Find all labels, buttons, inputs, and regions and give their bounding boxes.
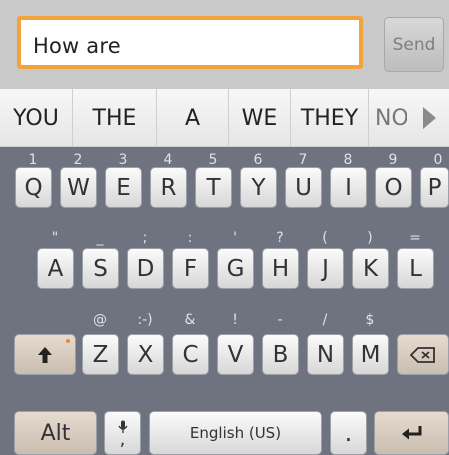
key-q[interactable]: Q [15,167,52,208]
shift-indicator-dot [66,339,70,343]
input-bar: How are Send [0,0,449,89]
key-p[interactable]: P [420,167,449,208]
key-d[interactable]: D [127,248,164,289]
suggestion-strip: YOU THE A WE THEY NO [0,89,449,147]
key-n[interactable]: N [307,334,344,375]
key-hint: 4 [163,152,173,168]
key-z[interactable]: Z [82,334,119,375]
key-hint: @ [93,312,107,328]
suggestion-item[interactable]: THEY [291,89,369,146]
suggestion-item[interactable]: WE [229,89,291,146]
key-hint: 5 [208,152,218,168]
key-hint: - [277,312,283,328]
key-j[interactable]: J [307,248,344,289]
period-key[interactable]: . [330,411,367,455]
key-hint: 0 [433,152,443,168]
key-k[interactable]: K [352,248,389,289]
delete-key[interactable] [397,334,449,375]
chevron-right-icon[interactable] [423,107,436,129]
enter-icon [401,426,421,440]
key-hint: ; [142,230,148,246]
enter-key[interactable] [374,411,449,455]
suggestion-item[interactable]: YOU [0,89,73,146]
key-g[interactable]: G [217,248,254,289]
key-hint: ' [233,230,237,246]
keyboard: 1 2 3 4 5 6 7 8 9 0 Q W E R T Y U I O P … [0,147,449,455]
key-o[interactable]: O [375,167,412,208]
key-hint: 9 [388,152,398,168]
key-u[interactable]: U [285,167,322,208]
key-hint: 2 [73,152,83,168]
key-hint: 1 [28,152,38,168]
key-c[interactable]: C [172,334,209,375]
comma-label: , [119,429,126,450]
key-hint: / [322,312,328,328]
key-hint: ) [367,230,373,246]
suggestion-item[interactable]: NO [375,89,407,146]
key-hint: : [187,230,193,246]
key-hint: 7 [298,152,308,168]
key-hint: $ [365,312,375,328]
key-l[interactable]: L [397,248,434,289]
key-b[interactable]: B [262,334,299,375]
key-hint: ( [322,230,328,246]
key-hint: :-) [137,312,153,328]
key-hint: & [184,312,196,328]
key-hint: 6 [253,152,263,168]
key-hint: = [409,230,421,246]
key-v[interactable]: V [217,334,254,375]
key-hint: 3 [118,152,128,168]
key-hint: ! [232,312,238,328]
key-r[interactable]: R [150,167,187,208]
key-hint: 8 [343,152,353,168]
message-input-text: How are [33,34,121,58]
space-key-label: English (US) [189,424,282,442]
key-hint: _ [96,230,104,246]
key-hint: ? [276,230,284,246]
key-s[interactable]: S [82,248,119,289]
suggestion-item[interactable]: THE [73,89,157,146]
space-key[interactable]: English (US) [149,411,322,455]
key-hint: " [51,230,59,246]
key-h[interactable]: H [262,248,299,289]
mic-comma-key[interactable]: , [104,411,141,455]
key-a[interactable]: A [37,248,74,289]
send-button[interactable]: Send [384,17,444,72]
key-t[interactable]: T [195,167,232,208]
key-x[interactable]: X [127,334,164,375]
shift-arrow-icon [38,346,52,363]
key-i[interactable]: I [330,167,367,208]
key-e[interactable]: E [105,167,142,208]
key-w[interactable]: W [60,167,97,208]
key-y[interactable]: Y [240,167,277,208]
key-m[interactable]: M [352,334,389,375]
message-input[interactable]: How are [17,16,363,69]
suggestion-item[interactable]: A [157,89,229,146]
backspace-icon [410,346,435,363]
key-f[interactable]: F [172,248,209,289]
alt-key[interactable]: Alt [14,411,97,455]
